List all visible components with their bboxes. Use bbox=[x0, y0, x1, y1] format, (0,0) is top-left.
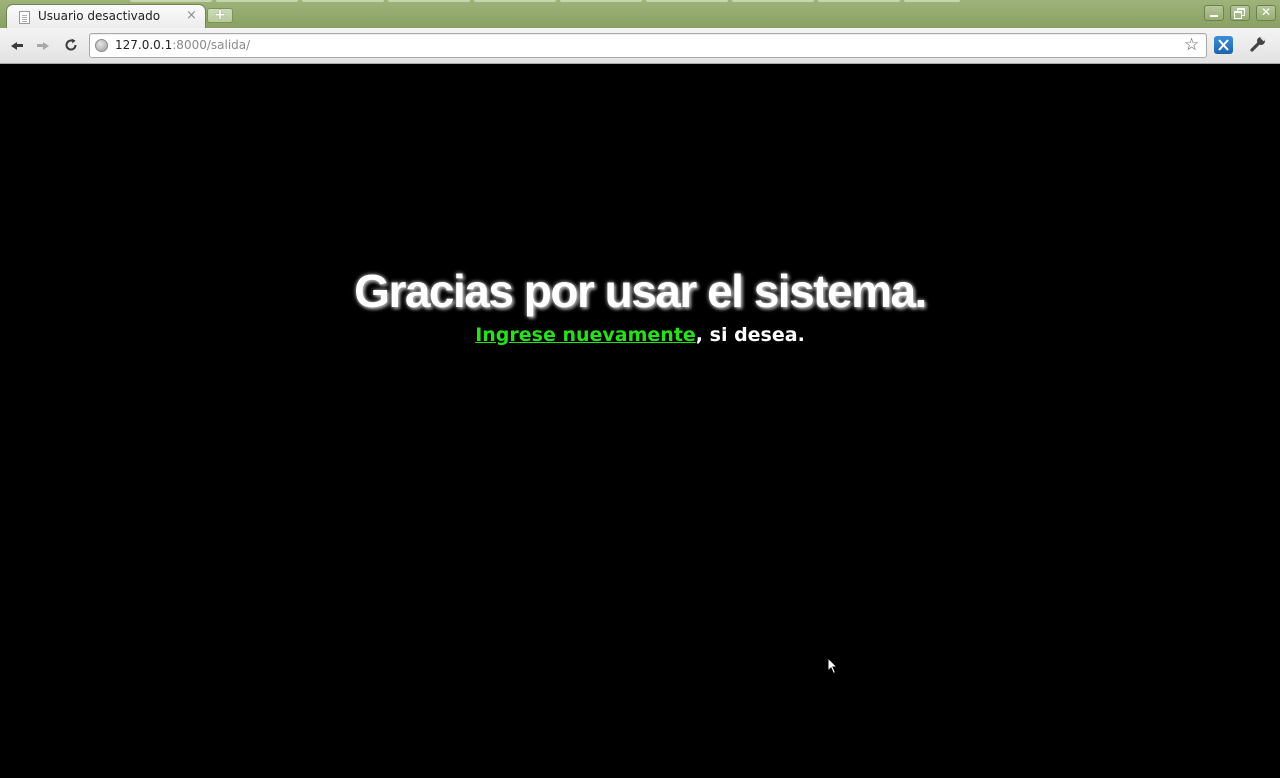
extension-icon[interactable] bbox=[1214, 36, 1233, 54]
back-button[interactable] bbox=[8, 37, 26, 53]
hidden-tab[interactable] bbox=[646, 0, 728, 2]
wrench-icon[interactable] bbox=[1249, 35, 1267, 53]
forward-button[interactable] bbox=[34, 37, 52, 53]
globe-icon bbox=[95, 39, 108, 52]
close-window-button[interactable]: ✕ bbox=[1256, 5, 1276, 21]
cursor-arrow-icon bbox=[827, 656, 839, 675]
browser-toolbar: 127.0.0.1:8000/salida/ ☆ bbox=[0, 28, 1280, 64]
restore-button[interactable] bbox=[1230, 5, 1250, 21]
minimize-button[interactable] bbox=[1204, 5, 1224, 21]
star-icon[interactable]: ☆ bbox=[1184, 35, 1199, 55]
relogin-line: Ingrese nuevamente, si desea. bbox=[0, 324, 1280, 346]
hidden-tab[interactable] bbox=[732, 0, 814, 2]
hidden-tab[interactable] bbox=[904, 0, 960, 2]
tab-close-icon[interactable]: × bbox=[186, 8, 197, 24]
page-content: Gracias por usar el sistema. Ingrese nue… bbox=[0, 64, 1280, 778]
url-path: :8000/salida/ bbox=[172, 38, 251, 52]
hidden-tabs-strip bbox=[0, 0, 1280, 3]
page-title: Gracias por usar el sistema. bbox=[354, 265, 927, 317]
reload-icon bbox=[65, 38, 77, 51]
hidden-tab[interactable] bbox=[388, 0, 470, 2]
tab-title: Usuario desactivado bbox=[38, 9, 161, 23]
hidden-tab[interactable] bbox=[560, 0, 642, 2]
browser-titlebar: Usuario desactivado × + ✕ bbox=[0, 0, 1280, 28]
hidden-tab[interactable] bbox=[474, 0, 556, 2]
url-host: 127.0.0.1 bbox=[115, 38, 173, 52]
url-text[interactable]: 127.0.0.1:8000/salida/ bbox=[115, 38, 250, 52]
new-tab-button[interactable]: + bbox=[207, 8, 233, 23]
wrench-glyph-icon bbox=[1250, 36, 1266, 52]
active-tab[interactable]: Usuario desactivado × bbox=[6, 4, 206, 28]
relogin-link[interactable]: Ingrese nuevamente bbox=[475, 324, 696, 346]
close-icon: ✕ bbox=[1260, 5, 1272, 19]
back-arrow-shaft bbox=[16, 44, 23, 47]
hidden-tab[interactable] bbox=[130, 0, 212, 2]
extension-glyph-icon bbox=[1218, 39, 1229, 51]
relogin-suffix: , si desea. bbox=[695, 324, 805, 346]
document-icon bbox=[19, 11, 30, 24]
hidden-tab[interactable] bbox=[216, 0, 298, 2]
hidden-tab[interactable] bbox=[302, 0, 384, 2]
address-bar[interactable]: 127.0.0.1:8000/salida/ ☆ bbox=[89, 33, 1207, 58]
hidden-tab[interactable] bbox=[818, 0, 900, 2]
forward-arrow-shaft bbox=[37, 44, 44, 47]
reload-button[interactable] bbox=[62, 37, 80, 53]
